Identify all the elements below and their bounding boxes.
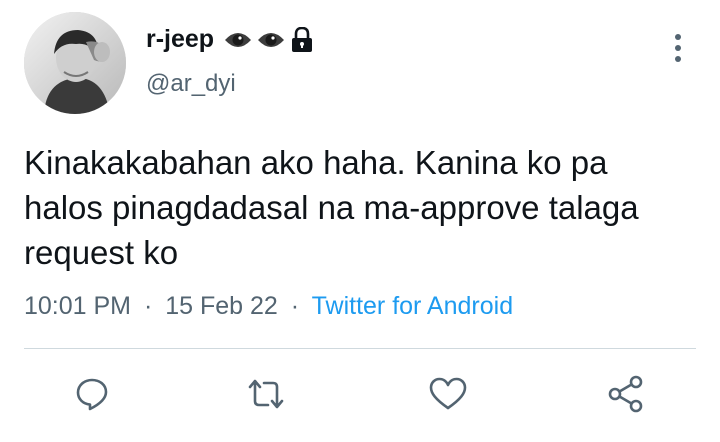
avatar[interactable] [24, 12, 126, 114]
retweet-button[interactable] [246, 374, 286, 414]
meta-separator: · [143, 292, 153, 320]
name-emojis [224, 26, 314, 53]
author-handle[interactable]: @ar_dyi [146, 70, 236, 98]
author-name-row[interactable]: r-jeep [146, 25, 314, 54]
display-name[interactable]: r-jeep [146, 25, 214, 54]
more-options-icon[interactable] [666, 30, 690, 66]
tweet-text: Kinakakabahan ako haha. Kanina ko pa hal… [24, 144, 639, 271]
avatar-image [24, 12, 126, 114]
reply-button[interactable] [72, 374, 112, 414]
tweet-time[interactable]: 10:01 PM [24, 292, 131, 320]
tweet-source-link[interactable]: Twitter for Android [312, 292, 513, 320]
tweet-date[interactable]: 15 Feb 22 [165, 292, 278, 320]
tweet-meta: 10:01 PM · 15 Feb 22 · Twitter for Andro… [24, 292, 513, 321]
reply-icon [76, 378, 108, 411]
like-icon [429, 377, 467, 410]
eye-icon [225, 32, 252, 47]
like-button[interactable] [428, 374, 468, 414]
lock-icon [292, 26, 313, 52]
action-bar [0, 374, 720, 420]
share-icon [608, 375, 643, 413]
eye-icon [258, 32, 285, 47]
retweet-icon [248, 379, 284, 409]
divider [24, 348, 696, 349]
meta-separator: · [290, 292, 300, 320]
share-button[interactable] [606, 374, 646, 414]
